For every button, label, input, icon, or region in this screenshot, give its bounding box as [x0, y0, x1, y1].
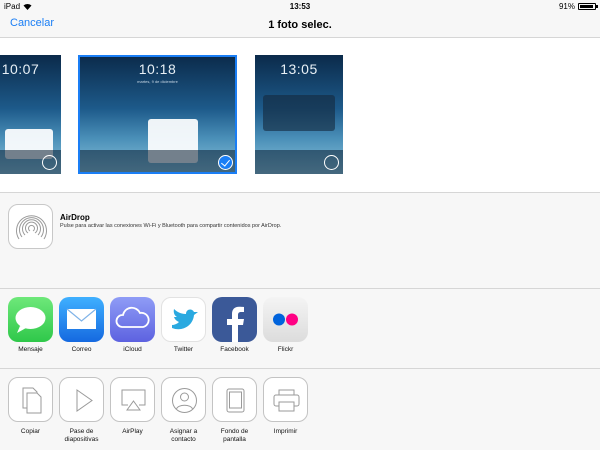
nav-bar: Cancelar 1 foto selec.	[0, 12, 600, 38]
photo-thumbnail-1[interactable]: 10:07	[0, 55, 61, 174]
action-print[interactable]: Imprimir	[263, 377, 308, 436]
twitter-icon[interactable]	[161, 297, 206, 342]
photo-thumbnail-3[interactable]: 13:05	[255, 55, 343, 174]
mail-icon[interactable]	[59, 297, 104, 342]
copy-icon[interactable]	[8, 377, 53, 422]
slideshow-icon[interactable]	[59, 377, 104, 422]
airdrop-section[interactable]: AirDrop Pulse para activar las conexione…	[0, 193, 600, 289]
share-app-facebook[interactable]: Facebook	[212, 297, 257, 354]
photo-date: martes, 9 de diciembre	[137, 79, 178, 84]
action-label: Pase de diapositivas	[64, 428, 99, 443]
action-label: Asignar a contacto	[169, 428, 198, 443]
photo-notifications	[263, 95, 335, 131]
battery-icon	[578, 2, 598, 10]
photo-select-circle[interactable]	[324, 155, 339, 170]
airdrop-title: AirDrop	[60, 213, 90, 222]
battery-percent: 91%	[558, 1, 575, 11]
flickr-icon[interactable]	[263, 297, 308, 342]
share-app-label: Correo	[71, 346, 92, 353]
share-app-label: Twitter	[173, 346, 194, 353]
action-label: Fondo de pantalla	[220, 428, 249, 443]
cancel-button[interactable]: Cancelar	[10, 17, 54, 29]
share-app-flickr[interactable]: Flickr	[263, 297, 308, 354]
airdrop-description: Pulse para activar las conexiones Wi-Fi …	[60, 223, 282, 229]
action-airplay[interactable]: AirPlay	[110, 377, 155, 436]
status-time: 13:53	[289, 1, 311, 11]
photo-clock: 10:18	[138, 61, 177, 77]
status-bar: iPad 13:53 91%	[0, 0, 600, 12]
photo-strip[interactable]: 10:07 10:18 martes, 9 de diciembre 13:05	[0, 38, 600, 193]
share-app-label: Mensaje	[18, 346, 43, 353]
photo-dock	[78, 150, 237, 174]
action-slideshow[interactable]: Pase de diapositivas	[59, 377, 104, 444]
share-app-label: Facebook	[220, 346, 249, 353]
airdrop-icon[interactable]	[8, 204, 53, 249]
share-apps-row: Mensaje Correo iCloud Twitter Facebook F…	[0, 290, 600, 369]
photo-clock: 10:07	[1, 61, 40, 77]
action-wallpaper[interactable]: Fondo de pantalla	[212, 377, 257, 444]
wifi-icon	[23, 3, 32, 10]
share-app-label: Flickr	[277, 346, 294, 353]
action-label: Copiar	[20, 428, 41, 435]
action-assign-contact[interactable]: Asignar a contacto	[161, 377, 206, 444]
action-label: AirPlay	[122, 428, 143, 435]
share-app-mail[interactable]: Correo	[59, 297, 104, 354]
messages-icon[interactable]	[8, 297, 53, 342]
share-app-twitter[interactable]: Twitter	[161, 297, 206, 354]
photo-select-circle[interactable]	[42, 155, 57, 170]
wallpaper-icon[interactable]	[212, 377, 257, 422]
share-app-icloud[interactable]: iCloud	[110, 297, 155, 354]
facebook-icon[interactable]	[212, 297, 257, 342]
photo-clock: 13:05	[280, 61, 318, 77]
print-icon[interactable]	[263, 377, 308, 422]
share-app-label: iCloud	[123, 346, 142, 353]
photo-thumbnail-2[interactable]: 10:18 martes, 9 de diciembre	[78, 55, 237, 174]
page-title: 1 foto selec.	[268, 18, 332, 31]
icloud-icon[interactable]	[110, 297, 155, 342]
action-copy[interactable]: Copiar	[8, 377, 53, 436]
device-name: iPad	[4, 1, 21, 11]
share-app-messages[interactable]: Mensaje	[8, 297, 53, 354]
action-label: Imprimir	[273, 428, 298, 435]
photo-selected-check-icon[interactable]	[218, 155, 233, 170]
airplay-icon[interactable]	[110, 377, 155, 422]
actions-row: Copiar Pase de diapositivas AirPlay Asig…	[0, 370, 600, 450]
contact-icon[interactable]	[161, 377, 206, 422]
